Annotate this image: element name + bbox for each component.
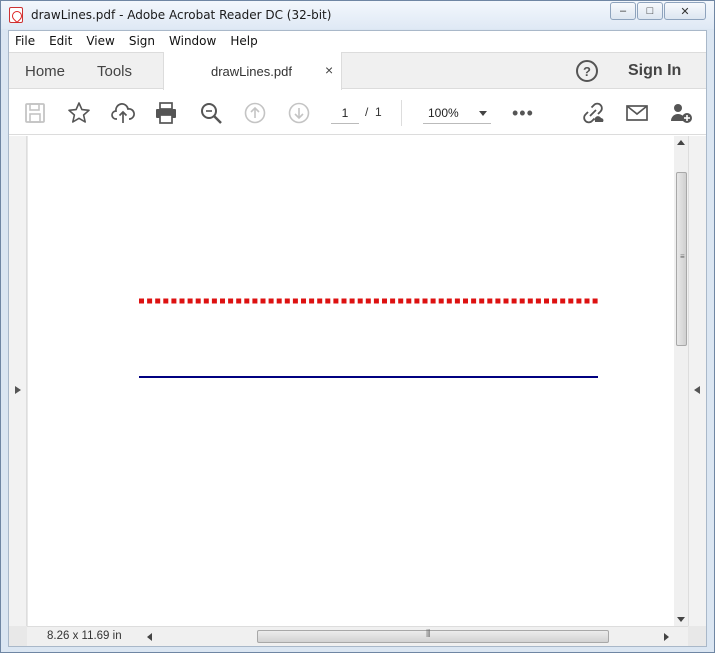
cloud-upload-icon[interactable] [110,100,136,126]
more-options-button[interactable]: ••• [512,103,534,124]
status-bar: 8.26 x 11.69 in ⦀ [27,626,688,646]
tab-document[interactable]: drawLines.pdf × [163,52,342,90]
minimize-button[interactable]: – [610,2,636,20]
app-window: drawLines.pdf - Adobe Acrobat Reader DC … [0,0,715,653]
page-total: 1 [375,105,382,119]
zoom-search-icon[interactable] [198,100,224,126]
tab-close-button[interactable]: × [325,62,333,78]
tab-document-label: drawLines.pdf [211,64,292,79]
client-area: File Edit View Sign Window Help Home Too… [8,30,707,647]
page-separator: / [365,105,369,119]
toolbar: 1 / 1 100% ••• [9,90,706,135]
grip-icon: ⦀ [426,629,431,640]
sign-in-button[interactable]: Sign In [628,62,681,80]
menu-bar: File Edit View Sign Window Help [9,31,706,51]
menu-sign[interactable]: Sign [129,34,155,48]
menu-view[interactable]: View [86,34,114,48]
page-canvas [139,298,598,378]
tab-bar: Home Tools drawLines.pdf × ? Sign In [9,52,706,90]
page-number-input[interactable]: 1 [331,102,359,124]
page-down-icon[interactable] [286,100,312,126]
horizontal-scroll-thumb[interactable]: ⦀ [257,629,609,643]
tab-tools[interactable]: Tools [97,63,132,80]
print-icon[interactable] [153,100,179,126]
expand-right-icon [15,386,21,394]
page-up-icon[interactable] [242,100,268,126]
zoom-value: 100% [428,106,459,120]
grip-icon: ≡ [680,252,685,261]
document-viewer: ≡ 8.26 x 11.69 in ⦀ [9,136,706,646]
chevron-down-icon [479,111,487,116]
pdf-page [28,136,674,626]
menu-file[interactable]: File [15,34,35,48]
scroll-up-arrow-icon[interactable] [677,140,685,145]
scroll-down-arrow-icon[interactable] [677,617,685,622]
share-link-icon[interactable] [580,100,606,126]
bookmark-star-icon[interactable] [66,100,92,126]
zoom-select[interactable]: 100% [423,102,491,124]
tab-home[interactable]: Home [25,63,65,80]
pdf-file-icon [9,7,23,23]
menu-window[interactable]: Window [169,34,216,48]
right-panel-toggle[interactable] [688,136,706,626]
scroll-left-arrow-icon[interactable] [147,633,152,641]
scroll-right-arrow-icon[interactable] [664,633,669,641]
email-icon[interactable] [624,100,650,126]
expand-left-icon [694,386,700,394]
window-title: drawLines.pdf - Adobe Acrobat Reader DC … [31,8,332,22]
menu-help[interactable]: Help [230,34,257,48]
vertical-scroll-thumb[interactable]: ≡ [676,172,687,346]
toolbar-divider [401,100,402,126]
close-window-button[interactable]: ✕ [664,2,706,20]
window-controls: – □ ✕ [610,2,706,20]
add-user-icon[interactable] [668,100,694,126]
page-size-label: 8.26 x 11.69 in [47,630,122,642]
maximize-button[interactable]: □ [637,2,663,20]
menu-edit[interactable]: Edit [49,34,72,48]
left-panel-toggle[interactable] [9,136,27,626]
title-bar[interactable]: drawLines.pdf - Adobe Acrobat Reader DC … [1,1,714,29]
help-icon[interactable]: ? [576,60,598,82]
save-icon[interactable] [22,100,48,126]
vertical-scrollbar[interactable]: ≡ [674,136,688,626]
horizontal-scrollbar[interactable]: ⦀ [145,629,671,645]
